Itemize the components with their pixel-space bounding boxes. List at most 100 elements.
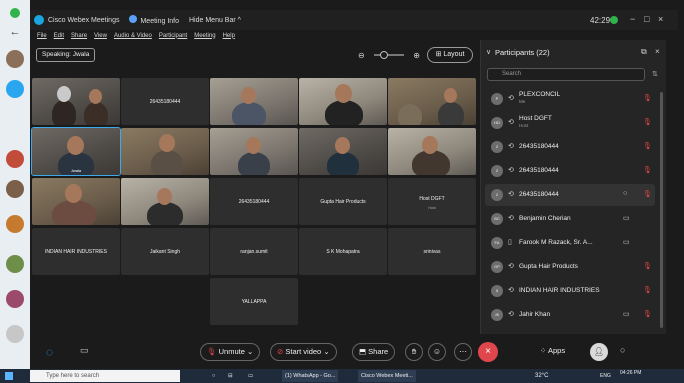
video-camera-icon[interactable]: ▭ bbox=[623, 238, 630, 246]
unmute-button[interactable]: 🎙︎ Unmute ⌄ bbox=[200, 343, 261, 361]
menu-edit[interactable]: Edit bbox=[54, 33, 64, 39]
menu-meeting[interactable]: Meeting bbox=[194, 33, 215, 39]
participant-row[interactable]: HD ⟲ Host DGFT Host 🎙︎ bbox=[485, 112, 655, 134]
zoom-in-icon[interactable]: ⊕ bbox=[413, 51, 420, 60]
chat-icon[interactable]: ○ bbox=[623, 190, 627, 197]
video-tile[interactable]: srinivas bbox=[388, 228, 476, 275]
muted-mic-icon[interactable]: 🎙︎ bbox=[643, 190, 652, 198]
chevron-down-icon[interactable]: ∨ bbox=[486, 48, 491, 56]
meeting-info-button[interactable]: Meeting Info bbox=[129, 15, 179, 25]
menu-participant[interactable]: Participant bbox=[159, 33, 187, 39]
video-tile[interactable] bbox=[388, 128, 476, 175]
participants-button[interactable]: 👤︎ bbox=[590, 343, 608, 361]
video-tile-active-speaker[interactable]: Jwala bbox=[31, 127, 121, 176]
participant-row[interactable]: 2 ⟲ 26435180444 ○ 🎙︎ bbox=[485, 184, 655, 206]
menu-file[interactable]: File bbox=[37, 33, 47, 39]
video-tile[interactable]: S K Mohapatra bbox=[299, 228, 387, 275]
muted-mic-icon[interactable]: 🎙︎ bbox=[643, 94, 652, 102]
tile-name: Gupta Hair Products bbox=[320, 198, 366, 205]
video-tile[interactable] bbox=[299, 78, 387, 125]
hide-menu-bar-button[interactable]: Hide Menu Bar ^ bbox=[189, 17, 241, 24]
avatar[interactable] bbox=[6, 50, 24, 68]
avatar[interactable] bbox=[6, 150, 24, 168]
menu-help[interactable]: Help bbox=[223, 33, 235, 39]
webex-app-icon[interactable] bbox=[6, 80, 24, 98]
muted-mic-icon[interactable]: 🎙︎ bbox=[643, 142, 652, 150]
avatar[interactable] bbox=[6, 325, 24, 343]
video-tile[interactable] bbox=[388, 78, 476, 125]
taskbar-app-whatsapp[interactable]: (1) WhatsApp - Go... bbox=[282, 370, 339, 382]
windows-start-icon[interactable] bbox=[5, 372, 13, 380]
muted-mic-icon[interactable]: 🎙︎ bbox=[643, 166, 652, 174]
menu-view[interactable]: View bbox=[94, 33, 107, 39]
layout-button[interactable]: ⊞ Layout bbox=[427, 47, 473, 63]
video-tile[interactable]: 26435180444 bbox=[121, 78, 209, 125]
muted-mic-icon[interactable]: 🎙︎ bbox=[643, 262, 652, 270]
sort-icon[interactable]: ⇅ bbox=[652, 70, 658, 78]
search-input[interactable]: Search bbox=[487, 68, 645, 81]
more-options-button[interactable]: ⋯ bbox=[454, 343, 472, 361]
participant-row[interactable]: GP ⟲ Gupta Hair Products 🎙︎ bbox=[485, 256, 655, 278]
video-tile[interactable] bbox=[210, 78, 298, 125]
webex-assistant-icon[interactable]: ◌ bbox=[46, 345, 53, 359]
video-tile[interactable]: INDIAN HAIR INDUSTRIES bbox=[32, 228, 120, 275]
back-arrow-icon[interactable]: ← bbox=[0, 26, 30, 40]
video-camera-icon[interactable]: ▭ bbox=[623, 214, 630, 222]
participant-row[interactable]: 2 ⟲ 26435180444 🎙︎ bbox=[485, 160, 655, 182]
leave-meeting-button[interactable]: × bbox=[478, 342, 498, 362]
muted-mic-icon[interactable]: 🎙︎ bbox=[643, 310, 652, 318]
video-tile[interactable]: Jaikant Singh bbox=[121, 228, 209, 275]
avatar[interactable] bbox=[6, 180, 24, 198]
minimize-button[interactable]: − bbox=[630, 14, 635, 24]
popout-icon[interactable]: ⧉ bbox=[641, 47, 647, 57]
language-indicator[interactable]: ENG bbox=[600, 370, 611, 382]
video-tile[interactable]: YALLAPPA bbox=[210, 278, 298, 325]
video-tile[interactable]: ranjan.sumit bbox=[210, 228, 298, 275]
participant-row[interactable]: II ⟲ INDIAN HAIR INDUSTRIES 🎙︎ bbox=[485, 280, 655, 302]
system-clock[interactable]: 04:26 PM bbox=[620, 370, 641, 376]
start-video-button[interactable]: ⊘ Start video ⌄ bbox=[270, 343, 337, 361]
task-view-icon[interactable]: ○ bbox=[212, 370, 215, 382]
raise-hand-button[interactable]: ✋︎ bbox=[405, 343, 423, 361]
file-explorer-icon[interactable]: ▭ bbox=[248, 370, 253, 382]
chat-icon[interactable]: ○ bbox=[620, 345, 625, 355]
apps-button[interactable]: ⁘ Apps bbox=[540, 346, 565, 355]
participant-row[interactable]: P ⟲ PLEXCONCIL Me 🎙︎ bbox=[485, 88, 655, 110]
video-tile[interactable] bbox=[210, 128, 298, 175]
participant-row[interactable]: FA ▯ Farook M Razack, Sr. A... ▭ bbox=[485, 232, 655, 254]
taskbar-search-input[interactable]: Type here to search bbox=[30, 370, 180, 382]
reactions-button[interactable]: ☺ bbox=[428, 343, 446, 361]
avatar[interactable] bbox=[6, 255, 24, 273]
menu-share[interactable]: Share bbox=[71, 33, 87, 39]
captions-icon[interactable]: ▭ bbox=[80, 345, 89, 356]
widgets-icon[interactable]: ⊟ bbox=[228, 370, 233, 382]
muted-mic-icon[interactable]: 🎙︎ bbox=[643, 118, 652, 126]
video-tile[interactable] bbox=[121, 178, 209, 225]
video-tile[interactable]: 26435180444 bbox=[210, 178, 298, 225]
close-icon[interactable]: × bbox=[655, 47, 660, 56]
weather-widget[interactable]: 32°C bbox=[535, 370, 548, 382]
share-button[interactable]: ⬒ Share bbox=[352, 343, 396, 361]
zoom-out-icon[interactable]: ⊖ bbox=[358, 51, 365, 60]
zoom-slider[interactable]: ⊖ ⊕ bbox=[358, 48, 420, 62]
avatar[interactable] bbox=[6, 215, 24, 233]
zoom-thumb[interactable] bbox=[380, 51, 388, 59]
maximize-button[interactable]: □ bbox=[644, 14, 649, 24]
participant-row[interactable]: JK ⟲ Jahir Khan ▭ 🎙︎ bbox=[485, 304, 655, 326]
zoom-track[interactable] bbox=[374, 51, 404, 59]
avatar[interactable] bbox=[6, 290, 24, 308]
muted-mic-icon[interactable]: 🎙︎ bbox=[643, 286, 652, 294]
video-tile[interactable] bbox=[121, 128, 209, 175]
video-tile[interactable]: Gupta Hair Products bbox=[299, 178, 387, 225]
video-camera-icon[interactable]: ▭ bbox=[623, 310, 630, 318]
participant-row[interactable]: 2 ⟲ 26435180444 🎙︎ bbox=[485, 136, 655, 158]
participant-row[interactable]: BC ⟲ Benjamin Cherian ▭ bbox=[485, 208, 655, 230]
taskbar-app-webex[interactable]: Cisco Webex Meeti... bbox=[358, 370, 416, 382]
scrollbar[interactable] bbox=[660, 92, 663, 328]
close-button[interactable]: × bbox=[658, 14, 663, 24]
menu-audio-video[interactable]: Audio & Video bbox=[114, 33, 152, 39]
video-tile[interactable] bbox=[299, 128, 387, 175]
video-tile[interactable]: Host DGFT Host bbox=[388, 178, 476, 225]
video-tile[interactable] bbox=[32, 178, 120, 225]
video-tile[interactable] bbox=[32, 78, 120, 125]
